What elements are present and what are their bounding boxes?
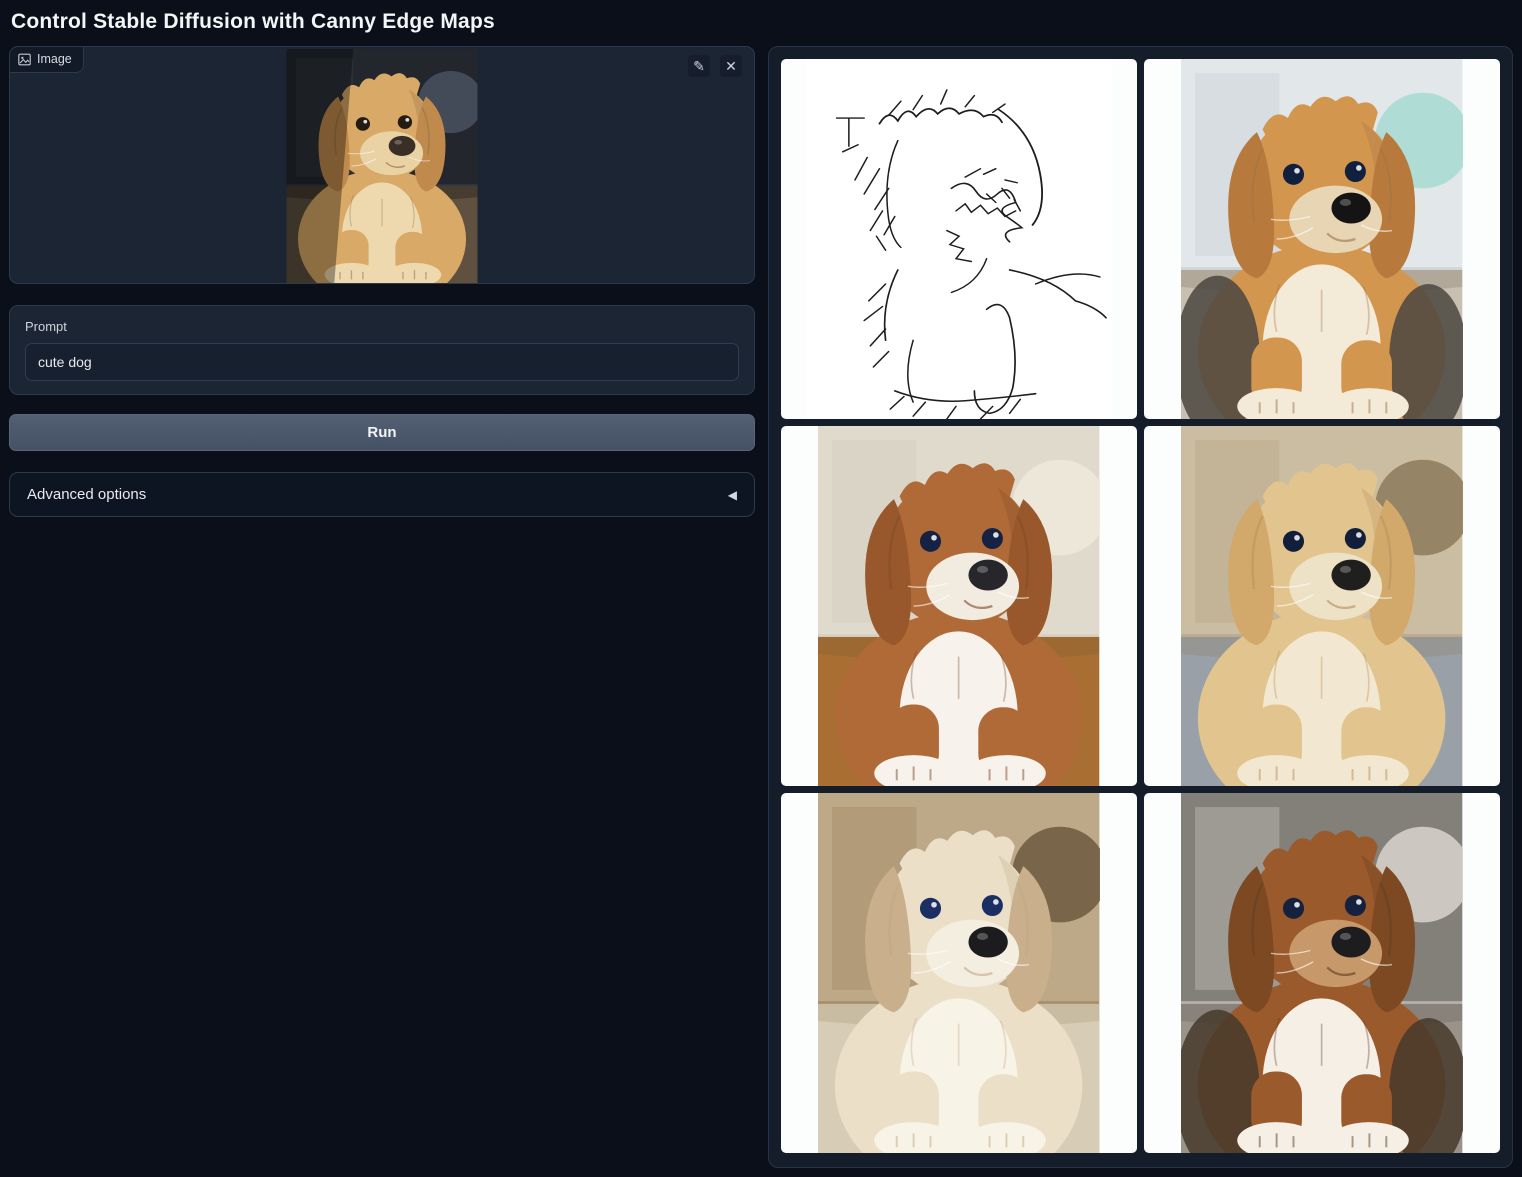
image-actions: ✎ ✕	[688, 55, 742, 77]
prompt-input[interactable]	[25, 343, 739, 381]
puppy-graphic	[287, 49, 478, 283]
page-title: Control Stable Diffusion with Canny Edge…	[11, 10, 1513, 34]
input-column: Image ✎ ✕	[9, 46, 755, 517]
image-component-label: Image	[10, 47, 84, 73]
puppy-graphic	[818, 426, 1099, 786]
main-columns: Image ✎ ✕	[9, 46, 1513, 1168]
advanced-options-accordion[interactable]: Advanced options ◀	[9, 472, 755, 517]
gallery-item-dog-4[interactable]	[781, 793, 1137, 1153]
gallery-item-canny[interactable]	[781, 59, 1137, 419]
input-image[interactable]	[287, 49, 478, 283]
gallery-item-dog-1[interactable]	[1144, 59, 1500, 419]
canny-edge-graphic	[806, 59, 1112, 419]
prompt-label: Prompt	[25, 319, 739, 334]
puppy-graphic	[818, 793, 1099, 1153]
prompt-block: Prompt	[9, 305, 755, 395]
close-icon[interactable]: ✕	[720, 55, 742, 77]
gallery-item-dog-3[interactable]	[1144, 426, 1500, 786]
image-label-text: Image	[37, 52, 72, 66]
chevron-left-icon: ◀	[728, 488, 737, 502]
image-component[interactable]: Image ✎ ✕	[9, 46, 755, 284]
image-icon	[18, 53, 31, 66]
app-page: Control Stable Diffusion with Canny Edge…	[0, 0, 1522, 1176]
gallery-item-dog-2[interactable]	[781, 426, 1137, 786]
puppy-graphic	[1181, 793, 1462, 1153]
result-gallery	[768, 46, 1513, 1168]
advanced-options-label: Advanced options	[27, 486, 146, 503]
puppy-graphic	[1181, 426, 1462, 786]
puppy-graphic	[1181, 59, 1462, 419]
edit-icon[interactable]: ✎	[688, 55, 710, 77]
run-button[interactable]: Run	[9, 414, 755, 451]
gallery-item-dog-5[interactable]	[1144, 793, 1500, 1153]
output-column	[768, 46, 1513, 1168]
